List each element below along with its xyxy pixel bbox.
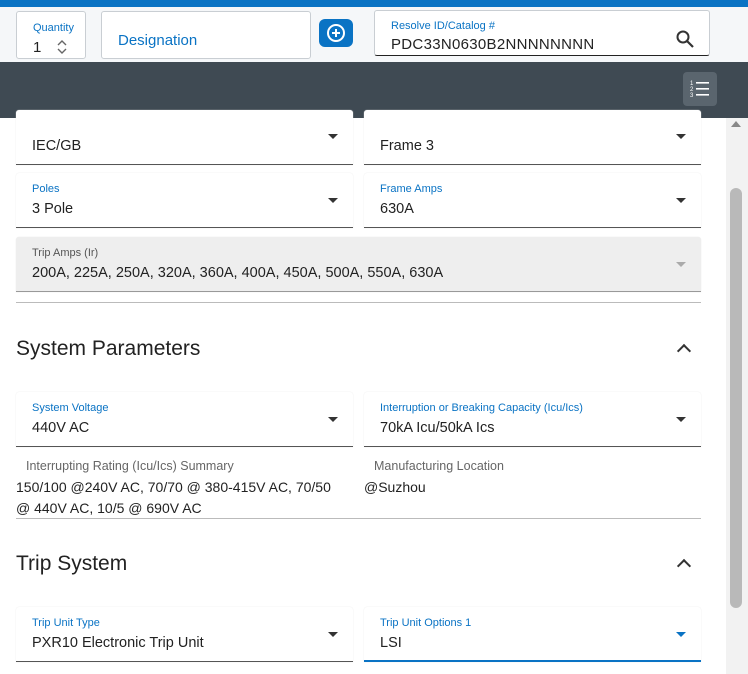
chevron-down-icon [328, 198, 338, 203]
system-voltage-value: 440V AC [32, 420, 90, 436]
rating-summary-label: Interrupting Rating (Icu/Ics) Summary [26, 459, 234, 473]
trip-unit-options-label: Trip Unit Options 1 [380, 617, 472, 629]
breaking-capacity-label: Interruption or Breaking Capacity (Icu/I… [380, 402, 583, 414]
frame-amps-select[interactable]: Frame Amps 630A [364, 173, 701, 228]
rating-summary-line-2: @ 440V AC, 10/5 @ 690V AC [16, 500, 202, 516]
chevron-down-icon [676, 632, 686, 637]
rating-summary-line-1: 150/100 @240V AC, 70/70 @ 380-415V AC, 7… [16, 479, 331, 495]
quantity-value[interactable]: 1 [33, 39, 41, 56]
resolve-label: Resolve ID/Catalog # [391, 20, 495, 32]
chevron-down-icon [328, 632, 338, 637]
divider [16, 518, 701, 519]
toolbar-overlay [0, 62, 748, 118]
resolve-catalog-field[interactable]: Resolve ID/Catalog # PDC33N0630B2NNNNNNN… [374, 10, 710, 56]
manufacturing-location-value: @Suzhou [364, 479, 426, 495]
top-accent-bar [0, 0, 748, 7]
trip-amps-select: Trip Amps (Ir) 200A, 225A, 250A, 320A, 3… [16, 237, 701, 292]
trip-unit-type-value: PXR10 Electronic Trip Unit [32, 635, 204, 651]
trip-unit-options-value: LSI [380, 635, 402, 651]
chevron-down-icon [328, 134, 338, 139]
rating-summary-value: 150/100 @240V AC, 70/70 @ 380-415V AC, 7… [16, 477, 356, 519]
header-bar: Quantity 1 Designation Resolve ID/Catalo… [0, 7, 748, 62]
designation-field[interactable]: Designation [101, 11, 311, 59]
chevron-down-icon [328, 417, 338, 422]
trip-system-title: Trip System [16, 552, 128, 575]
poles-label: Poles [32, 183, 60, 195]
scrollbar-thumb[interactable] [730, 188, 742, 608]
breaking-capacity-select[interactable]: Interruption or Breaking Capacity (Icu/I… [364, 392, 701, 447]
trip-unit-options-select[interactable]: Trip Unit Options 1 LSI [364, 607, 701, 662]
trip-amps-label: Trip Amps (Ir) [32, 247, 99, 259]
chevron-down-icon [676, 134, 686, 139]
scroll-up-icon[interactable] [731, 121, 741, 127]
system-voltage-label: System Voltage [32, 402, 109, 414]
divider [16, 302, 701, 303]
trip-unit-type-label: Trip Unit Type [32, 617, 100, 629]
quantity-stepper[interactable]: Quantity 1 [16, 11, 86, 59]
standard-select[interactable]: IEC/GB [16, 110, 353, 165]
chevron-down-icon [676, 262, 686, 267]
trip-amps-value: 200A, 225A, 250A, 320A, 360A, 400A, 450A… [32, 265, 444, 281]
frame-select[interactable]: Frame 3 [364, 110, 701, 165]
chevron-up-icon[interactable] [676, 343, 692, 359]
chevron-down-icon [676, 198, 686, 203]
chevron-down-icon [676, 417, 686, 422]
trip-unit-type-select[interactable]: Trip Unit Type PXR10 Electronic Trip Uni… [16, 607, 353, 662]
frame-amps-label: Frame Amps [380, 183, 443, 195]
chevron-up-icon[interactable] [676, 558, 692, 574]
resolve-value[interactable]: PDC33N0630B2NNNNNNNN [391, 36, 595, 53]
quantity-label: Quantity [33, 22, 74, 34]
system-parameters-title: System Parameters [16, 337, 201, 360]
manufacturing-location-label: Manufacturing Location [374, 459, 504, 473]
breaking-capacity-value: 70kA Icu/50kA Ics [380, 420, 495, 436]
poles-select[interactable]: Poles 3 Pole [16, 173, 353, 228]
frame-value: Frame 3 [380, 138, 434, 154]
plus-circle-icon [327, 24, 345, 42]
spinner-icon[interactable] [57, 40, 67, 54]
standard-value: IEC/GB [32, 138, 82, 154]
designation-label: Designation [118, 32, 198, 49]
frame-amps-value: 630A [380, 201, 414, 217]
poles-value: 3 Pole [32, 201, 74, 217]
add-button[interactable] [319, 19, 353, 47]
search-icon[interactable] [675, 29, 695, 49]
system-voltage-select[interactable]: System Voltage 440V AC [16, 392, 353, 447]
scrollbar[interactable] [726, 118, 748, 674]
